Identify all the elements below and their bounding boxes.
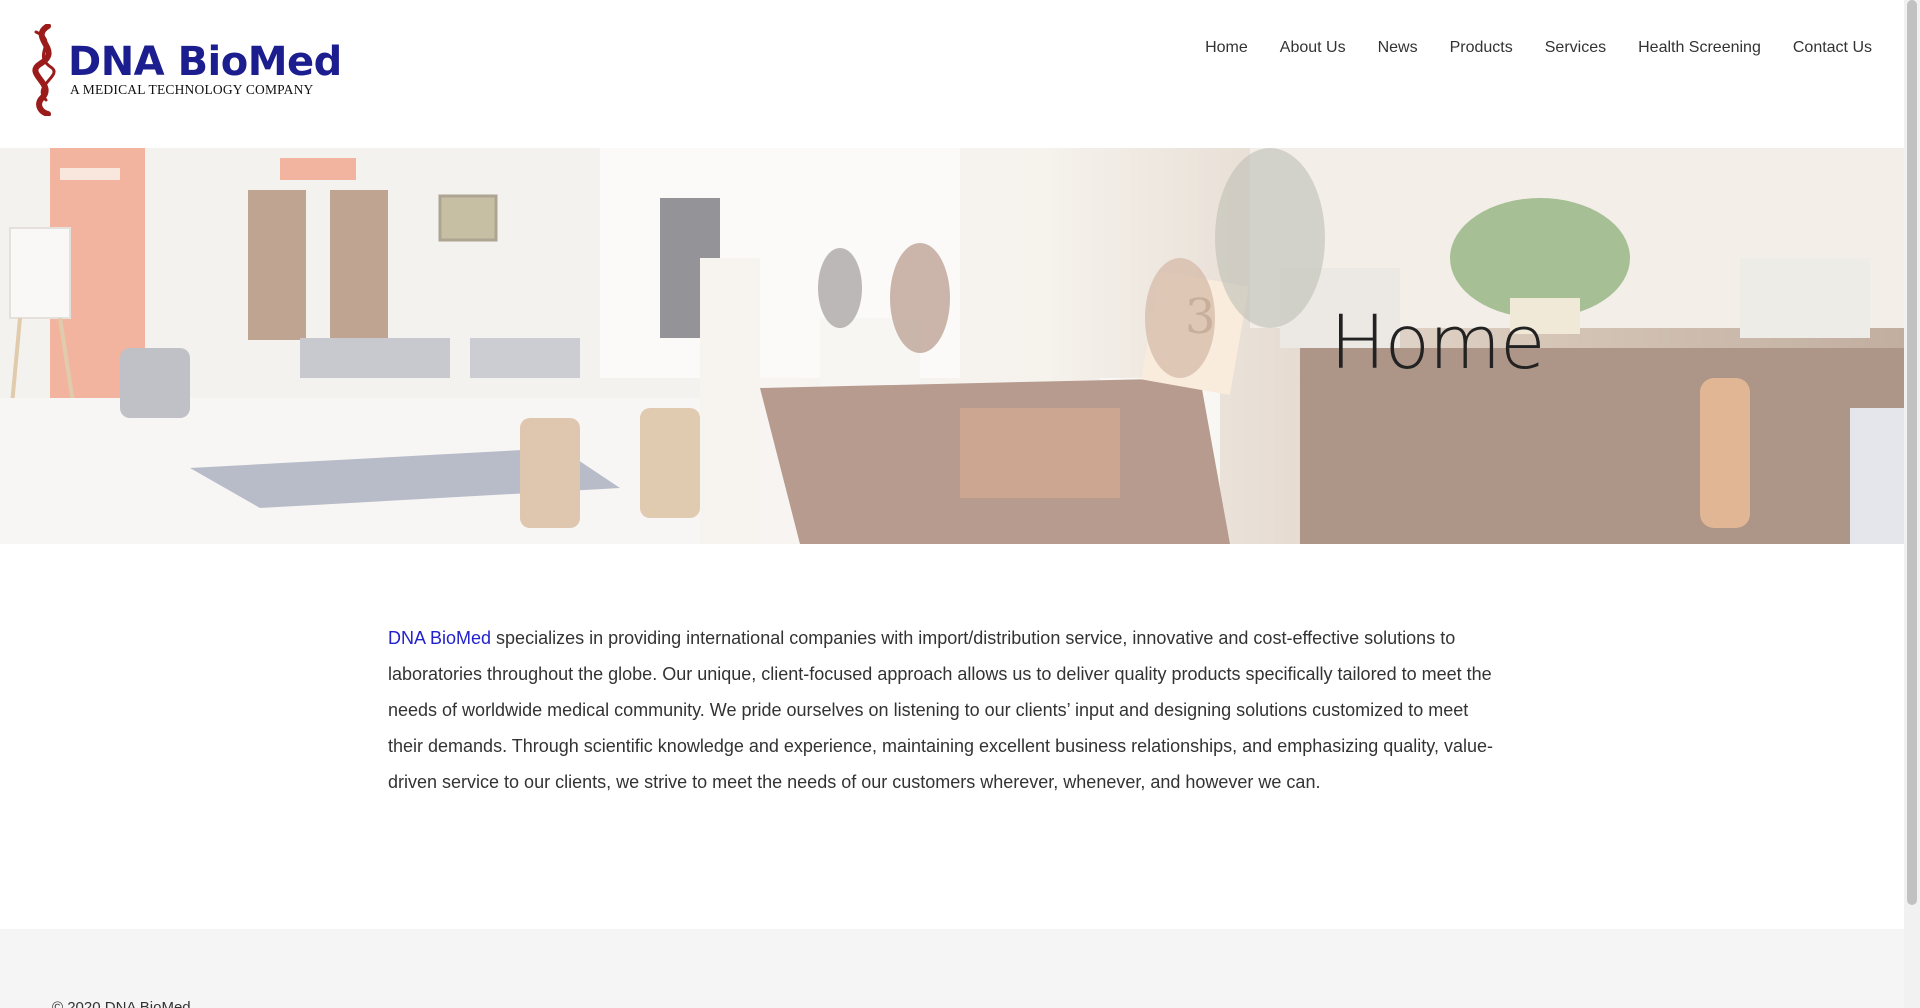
logo-name: DNA BioMed — [68, 39, 342, 85]
scrollbar-thumb[interactable] — [1907, 0, 1917, 905]
site-logo[interactable]: DNA BioMed A MEDICAL TECHNOLOGY COMPANY — [26, 24, 342, 116]
nav-about-us[interactable]: About Us — [1264, 34, 1362, 62]
hero-overlay — [0, 148, 1904, 544]
nav-news[interactable]: News — [1362, 34, 1434, 62]
nav-home[interactable]: Home — [1189, 34, 1264, 62]
main-nav: Home About Us News Products Services Hea… — [1189, 34, 1888, 62]
hero-banner: 3 Home — [0, 148, 1904, 544]
logo-tagline: A MEDICAL TECHNOLOGY COMPANY — [70, 82, 314, 97]
footer-copyright: © 2020 DNA BioMed — [52, 999, 191, 1008]
nav-contact-us[interactable]: Contact Us — [1777, 34, 1888, 62]
nav-products[interactable]: Products — [1434, 34, 1529, 62]
hero-title: Home — [1330, 300, 1546, 386]
page-scrollbar[interactable] — [1904, 0, 1920, 1008]
site-footer: © 2020 DNA BioMed — [0, 929, 1904, 1008]
dna-helix-icon — [32, 24, 56, 116]
nav-health-screening[interactable]: Health Screening — [1622, 34, 1777, 62]
intro-text: specializes in providing international c… — [388, 628, 1493, 792]
page: DNA BioMed A MEDICAL TECHNOLOGY COMPANY … — [0, 0, 1920, 1008]
intro-section: DNA BioMed specializes in providing inte… — [388, 620, 1508, 800]
brand-link[interactable]: DNA BioMed — [388, 628, 491, 648]
intro-paragraph: DNA BioMed specializes in providing inte… — [388, 620, 1508, 800]
nav-services[interactable]: Services — [1529, 34, 1622, 62]
site-header: DNA BioMed A MEDICAL TECHNOLOGY COMPANY … — [0, 0, 1904, 148]
